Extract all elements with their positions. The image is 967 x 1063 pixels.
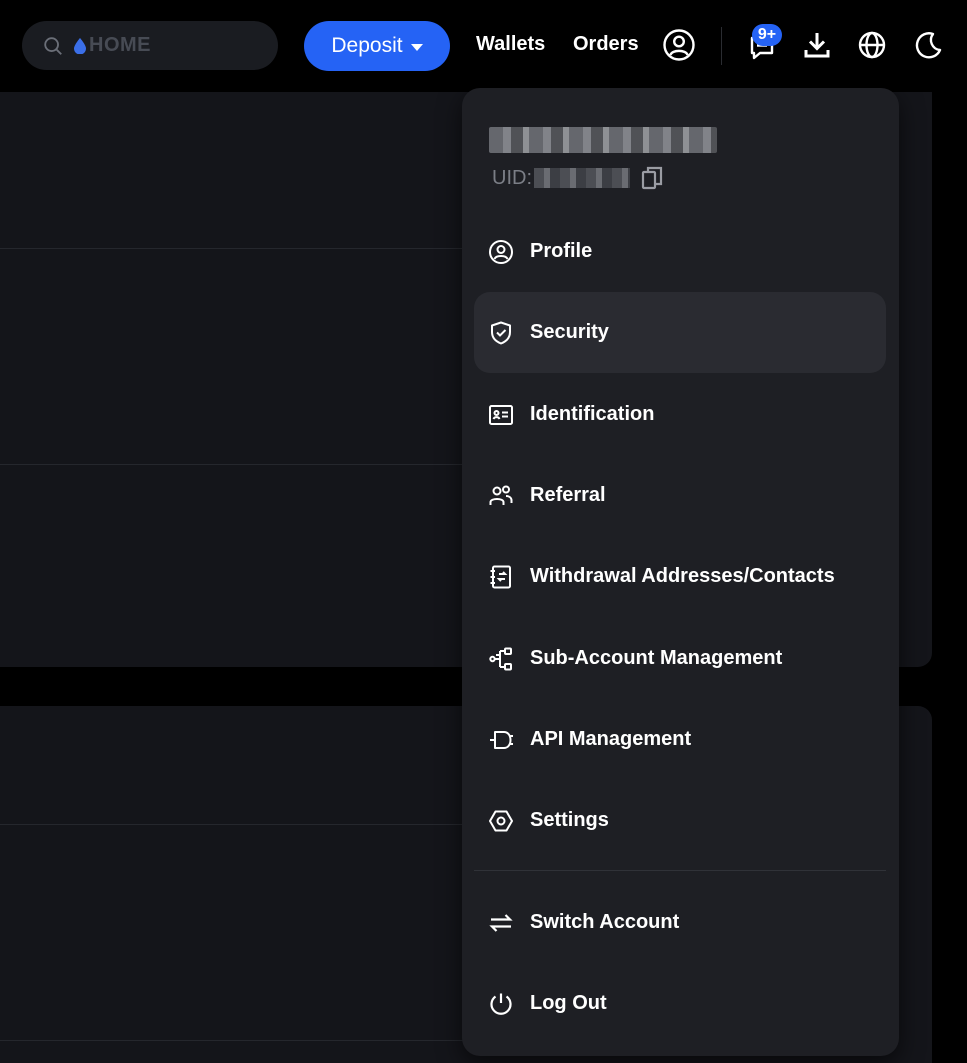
profile-icon [488,239,514,265]
copy-icon[interactable] [640,165,664,191]
menu-item-switch-account[interactable]: Switch Account [474,882,886,963]
row-divider [0,248,470,249]
deposit-label: Deposit [331,34,403,57]
drop-icon [74,37,86,54]
chevron-down-icon [410,43,423,51]
nav-orders[interactable]: Orders [573,33,639,56]
row-divider [0,824,470,825]
menu-divider [474,870,886,871]
menu-item-label: Log Out [530,992,607,1014]
top-navigation-bar: HOME Deposit Wallets Orders 9+ [0,0,967,92]
uid-value-redacted [534,168,630,188]
address-book-icon [488,564,514,590]
share-nodes-icon [488,646,514,672]
menu-item-api-management[interactable]: API Management [474,699,886,780]
globe-icon[interactable] [855,28,889,62]
menu-item-security[interactable]: Security [474,292,886,373]
plug-icon [488,727,514,753]
switch-arrows-icon [488,910,514,936]
menu-item-settings[interactable]: Settings [474,780,886,861]
menu-item-label: Security [530,321,609,343]
deposit-button[interactable]: Deposit [304,21,450,71]
menu-item-label: Profile [530,240,593,262]
notification-badge: 9+ [752,24,782,46]
shield-icon [488,320,514,346]
users-icon [488,483,514,509]
moon-icon[interactable] [911,28,945,62]
menu-item-withdrawal-addresses[interactable]: Withdrawal Addresses/Contacts [474,536,886,617]
menu-item-label: Referral [530,484,606,506]
hexagon-settings-icon [488,808,514,834]
menu-item-label: Withdrawal Addresses/Contacts [530,565,835,587]
user-icon[interactable] [662,28,696,62]
menu-item-label: Switch Account [530,911,680,933]
menu-item-referral[interactable]: Referral [474,455,886,536]
menu-item-identification[interactable]: Identification [474,374,886,455]
nav-wallets[interactable]: Wallets [476,33,545,56]
download-icon[interactable] [800,28,834,62]
menu-item-label: Settings [530,809,609,831]
power-icon [488,991,514,1017]
menu-item-log-out[interactable]: Log Out [474,963,886,1044]
search-input[interactable]: HOME [22,21,278,70]
uid-row: UID: [492,165,664,191]
account-dropdown-menu: UID: Profile Security Identification Ref… [462,88,899,1056]
id-card-icon [488,402,514,428]
menu-item-sub-account-management[interactable]: Sub-Account Management [474,618,886,699]
menu-item-profile[interactable]: Profile [474,211,886,292]
menu-item-label: Identification [530,403,655,425]
toolbar-divider [721,27,722,65]
username-redacted [489,127,717,153]
search-placeholder: HOME [89,34,151,56]
row-divider [0,1040,470,1041]
search-icon [44,36,62,55]
menu-item-label: API Management [530,728,692,750]
row-divider [0,464,470,465]
menu-item-label: Sub-Account Management [530,647,783,669]
uid-label: UID: [492,166,532,189]
